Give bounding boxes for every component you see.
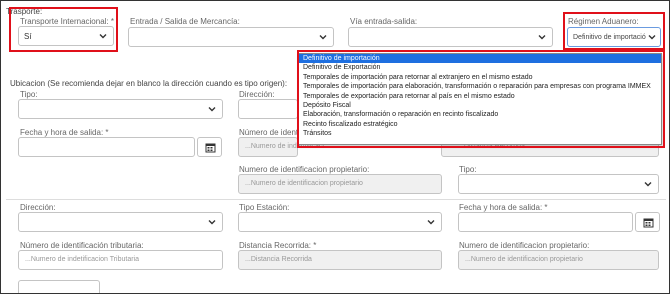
ubicacion2-num-trib-label: Número de identificación tributaria: [20,241,144,250]
ubicacion-section-label: Ubicacion (Se recomienda dejar en blanco… [10,79,288,88]
ubicacion-num-prop-label: Numero de identificacion propietario: [239,165,370,174]
ubicacion-num-id-input[interactable]: ...Numero de indentificaci [238,137,324,157]
entrada-salida-select[interactable] [128,27,334,47]
chevron-down-icon [427,220,435,225]
ubicacion2-fecha-calendar-button[interactable] [635,212,660,232]
ubicacion-tipo-select[interactable] [18,99,223,119]
ubicacion2-distancia-input[interactable]: ...Distancia Recorrida [238,250,442,270]
ubicacion2-distancia-label: Distancia Recorrida: * [239,241,317,250]
entrada-salida-label: Entrada / Salida de Mercancía: [130,17,240,26]
ubicacion-num-id-label: Número de identi [239,128,300,137]
ubicacion2-fecha-input[interactable] [458,212,633,232]
ubicacion-num-prop-placeholder: ...Numero de identificacion propietario [245,180,363,187]
chevron-down-icon [644,182,652,187]
calendar-icon [643,218,654,228]
chevron-down-icon [208,220,216,225]
ubicacion2-extra-input[interactable] [18,280,100,293]
ubicacion-direccion-label: Dirección: [239,90,275,99]
ubicacion-tipo2-label: Tipo: [459,165,477,174]
highlight-regimen [563,12,665,50]
ubicacion2-tipo-estacion-label: Tipo Estación: [239,203,290,212]
ubicacion-num-prop-input[interactable]: ...Numero de identificacion propietario [238,174,442,194]
ubicacion2-direccion-select[interactable] [18,212,223,232]
ubicacion-tipo2-select[interactable] [458,174,659,194]
ubicacion2-fecha-label: Fecha y hora de salida: * [459,203,548,212]
ubicacion2-tipo-estacion-select[interactable] [238,212,442,232]
form-panel: Trasporte: Transporte Internacional: * S… [0,0,670,294]
highlight-transporte-internacional [9,7,118,52]
chevron-down-icon [538,35,546,40]
ubicacion2-distancia-placeholder: ...Distancia Recorrida [245,256,312,263]
chevron-down-icon [208,107,216,112]
via-label: Vía entrada-salida: [350,17,418,26]
highlight-regimen-dropdown [297,50,665,148]
ubicacion-fecha-label: Fecha y hora de salida: * [20,128,109,137]
chevron-down-icon [319,35,327,40]
via-select[interactable] [348,27,553,47]
section-divider [6,199,666,200]
ubicacion-fecha-calendar-button[interactable] [197,137,222,157]
ubicacion2-direccion-label: Dirección: [20,203,56,212]
ubicacion2-num-trib-placeholder: ...Numero de indetificacion Tributaria [25,256,139,263]
ubicacion-tipo-label: Tipo: [20,90,38,99]
ubicacion2-num-trib-input[interactable]: ...Numero de indetificacion Tributaria [18,250,223,270]
calendar-icon [205,143,216,153]
ubicacion2-num-prop-placeholder: ...Numero de identificacion propietario [465,256,583,263]
ubicacion-fecha-input[interactable] [18,137,195,157]
ubicacion-direccion-select[interactable] [238,99,298,119]
ubicacion2-num-prop-input[interactable]: ...Numero de identificacion propietario [458,250,659,270]
ubicacion2-num-prop-label: Numero de identificacion propietario: [459,241,590,250]
